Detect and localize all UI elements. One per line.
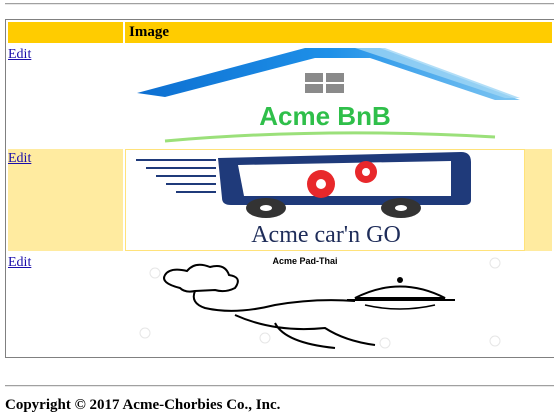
house-logo-icon: Acme BnB (137, 48, 520, 143)
top-divider (5, 3, 554, 5)
bnb-logo-text: Acme BnB (259, 101, 390, 131)
bottom-divider (5, 385, 554, 387)
edit-link[interactable]: Edit (8, 151, 31, 166)
edit-cell: Edit (8, 149, 123, 251)
edit-cell: Edit (8, 45, 123, 147)
image-cell: Acme car'n GO (125, 149, 552, 251)
copyright-text: Copyright © 2017 Acme-Chorbies Co., Inc. (5, 397, 281, 413)
chef-logo-icon: Acme Pad-Thai (139, 256, 501, 349)
column-header-image: Image (125, 22, 552, 43)
column-header-actions (8, 22, 123, 43)
car-logo-text: Acme car'n GO (251, 222, 401, 248)
logos-table: Image Edit Acme BnB Edit Acme car'n GO E… (5, 19, 554, 358)
edit-link[interactable]: Edit (8, 47, 31, 62)
padthai-logo-text: Acme Pad-Thai (272, 256, 337, 266)
table-row: Edit (8, 45, 552, 147)
table-row: Edit (8, 149, 552, 251)
table-header-row: Image (8, 22, 552, 43)
image-cell: Acme Pad-Thai (125, 253, 552, 355)
table-row: Edit Acme Pad-Thai (8, 253, 552, 355)
acme-car-logo: Acme car'n GO (125, 149, 525, 251)
edit-cell: Edit (8, 253, 123, 355)
image-cell: Acme BnB (125, 45, 552, 147)
car-logo-icon: Acme car'n GO (136, 152, 471, 248)
acme-bnb-logo: Acme BnB (125, 45, 525, 147)
acme-padthai-logo: Acme Pad-Thai (125, 253, 525, 355)
edit-link[interactable]: Edit (8, 255, 31, 270)
